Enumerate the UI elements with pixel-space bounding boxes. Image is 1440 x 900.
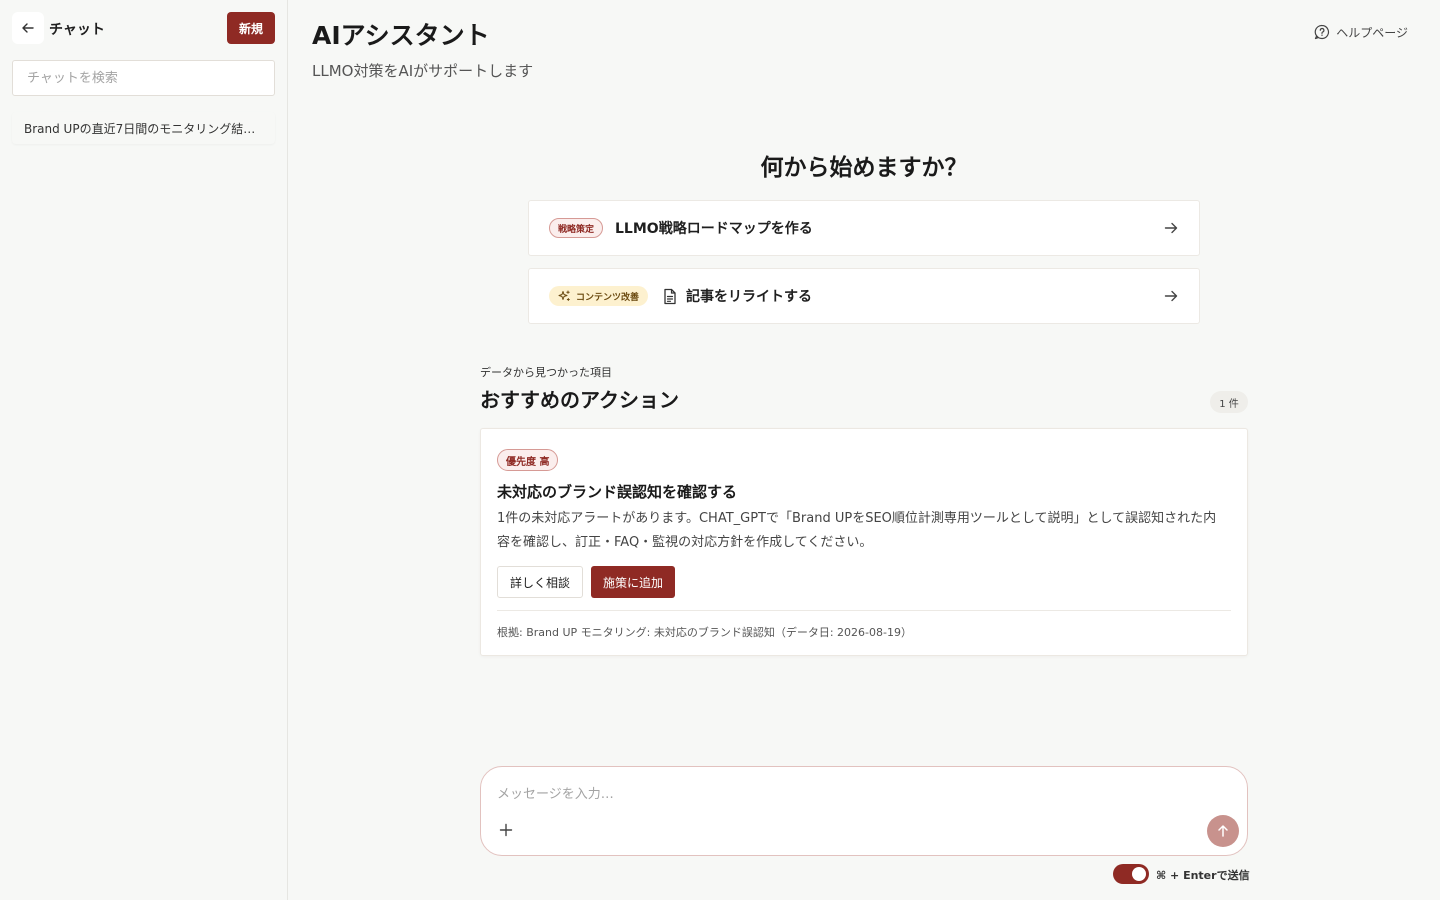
- message-input[interactable]: [497, 781, 1197, 807]
- page-title: AIアシスタント: [312, 21, 490, 50]
- attach-button[interactable]: [497, 821, 515, 839]
- recommendations-eyebrow: データから見つかった項目: [480, 366, 612, 379]
- start-card-rewrite[interactable]: コンテンツ改善 記事をリライトする: [528, 268, 1200, 324]
- start-card-roadmap[interactable]: 戦略策定 LLMO戦略ロードマップを作る: [528, 200, 1200, 256]
- chat-history-item-label: Brand UPの直近7日間のモニタリング結果を教えて: [24, 121, 263, 136]
- recommendation-basis: 根拠: Brand UP モニタリング: 未対応のブランド誤認知（データ日: 2…: [497, 626, 912, 639]
- recommendations-count-badge: 1 件: [1210, 391, 1248, 413]
- start-card-label: 記事をリライトする: [686, 289, 813, 305]
- consult-button[interactable]: 詳しく相談: [497, 566, 583, 598]
- chat-search-input[interactable]: [12, 60, 275, 96]
- arrow-right-icon: [1163, 288, 1179, 304]
- document-icon: [662, 288, 678, 305]
- send-shortcut-toggle[interactable]: [1113, 864, 1149, 884]
- send-shortcut-label: ⌘ + Enterで送信: [1156, 869, 1250, 882]
- send-shortcut-row: ⌘ + Enterで送信: [1113, 864, 1250, 884]
- start-heading: 何から始めますか？: [760, 155, 968, 181]
- message-composer: [480, 766, 1248, 856]
- recommendation-description: 1件の未対応アラートがあります。CHAT_GPTで「Brand UPをSEO順位…: [497, 511, 1217, 550]
- send-button[interactable]: [1207, 815, 1239, 847]
- arrow-right-icon: [1163, 220, 1179, 236]
- add-to-plan-button[interactable]: 施策に追加: [591, 566, 675, 598]
- strategy-tag: 戦略策定: [549, 218, 604, 238]
- page-subtitle: LLMO対策をAIがサポートします: [312, 62, 534, 80]
- back-button[interactable]: [12, 12, 44, 44]
- plus-icon: [499, 823, 513, 837]
- recommendations-title: おすすめのアクション: [480, 388, 679, 412]
- chat-history-item[interactable]: Brand UPの直近7日間のモニタリング結果を教えて: [12, 112, 275, 144]
- help-circle-icon: [1314, 24, 1330, 40]
- arrow-up-icon: [1218, 825, 1228, 837]
- sidebar-title: チャット: [49, 22, 105, 38]
- content-tag-label: コンテンツ改善: [576, 292, 640, 303]
- sidebar-header: チャット 新規: [12, 12, 275, 44]
- recommendation-title: 未対応のブランド誤認知を確認する: [497, 483, 738, 501]
- sparkle-icon: [558, 290, 570, 301]
- help-page-label: ヘルプページ: [1336, 25, 1408, 40]
- toggle-knob: [1132, 867, 1146, 881]
- arrow-left-icon: [22, 23, 34, 33]
- priority-badge: 優先度 高: [497, 449, 559, 471]
- content-tag: コンテンツ改善: [549, 286, 649, 306]
- sidebar: チャット 新規 Brand UPの直近7日間のモニタリング結果を教えて: [0, 0, 288, 900]
- new-chat-button[interactable]: 新規: [227, 12, 275, 44]
- start-card-label: LLMO戦略ロードマップを作る: [615, 221, 813, 237]
- divider: [497, 610, 1231, 611]
- recommendation-card: 優先度 高 未対応のブランド誤認知を確認する 1件の未対応アラートがあります。C…: [480, 428, 1248, 656]
- help-page-link[interactable]: ヘルプページ: [1314, 22, 1408, 42]
